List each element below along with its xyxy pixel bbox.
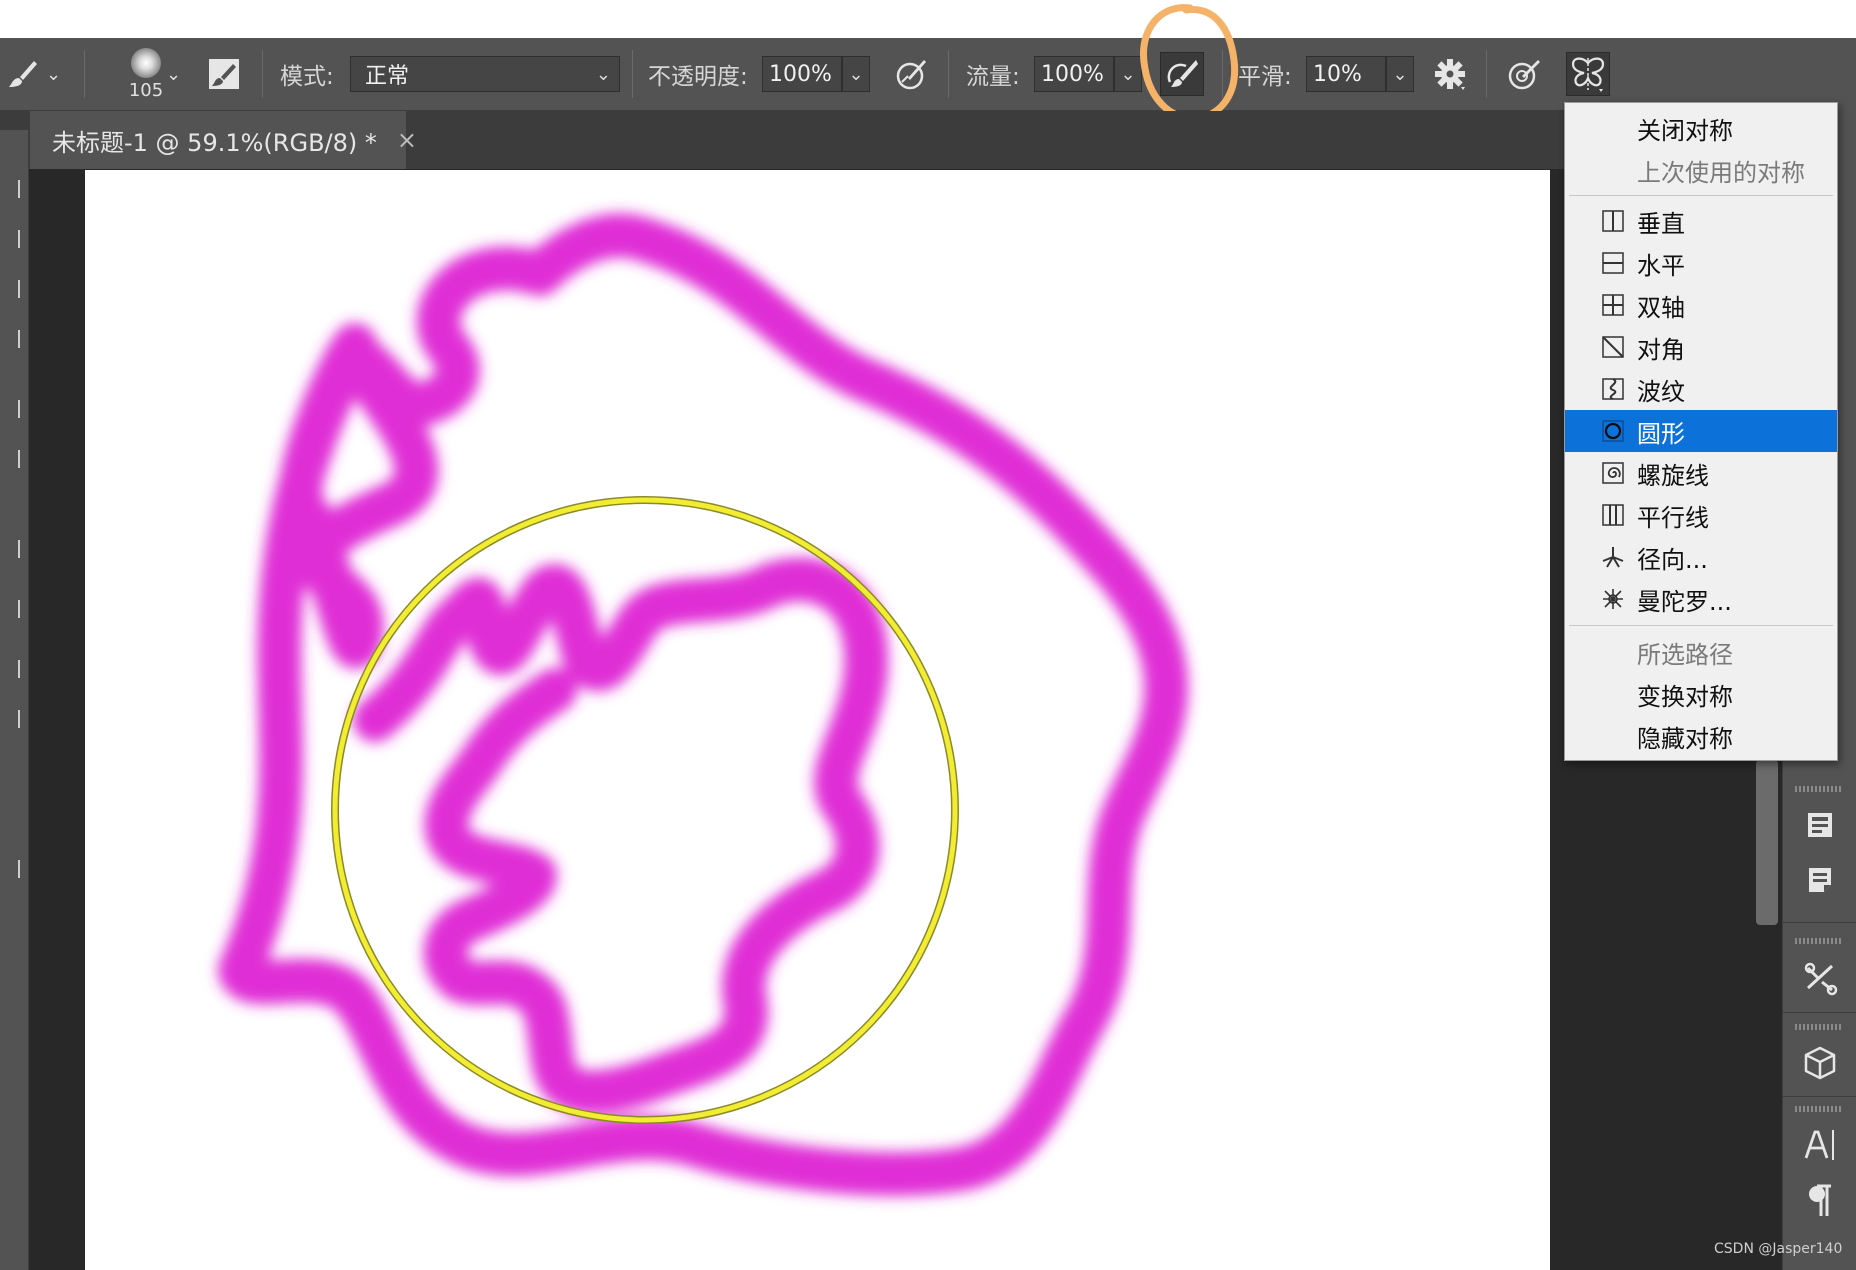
- size-pressure-icon: [1508, 60, 1540, 90]
- document-title: 未标题-1 @ 59.1%(RGB/8) *: [52, 128, 377, 157]
- menu-item-circle[interactable]: 圆形: [1565, 410, 1837, 452]
- watermark: CSDN @Jasper140: [1714, 1241, 1843, 1257]
- vertical-symmetry-icon: [1602, 210, 1624, 232]
- symmetry-menu: 关闭对称 上次使用的对称 垂直 水平 双轴 对角 波纹 圆形 螺旋线 平行线 径…: [1564, 102, 1838, 761]
- opacity-value: 100%: [769, 61, 832, 87]
- crop-tool-icon[interactable]: [0, 280, 20, 298]
- character-text-icon: [1804, 1130, 1834, 1160]
- size-pressure-button[interactable]: [1502, 52, 1546, 96]
- brush-size-value: 105: [128, 79, 164, 101]
- brush-stroke-inner: [353, 557, 889, 1115]
- menu-item-wavy[interactable]: 波纹: [1565, 368, 1837, 410]
- panel-grip[interactable]: [1795, 786, 1843, 792]
- parallel-lines-symmetry-icon: [1602, 504, 1624, 526]
- menu-item-dual-axis[interactable]: 双轴: [1565, 284, 1837, 326]
- notes-panel-icon: [1809, 868, 1831, 892]
- opacity-label: 不透明度:: [648, 64, 748, 90]
- horizontal-symmetry-icon: [1602, 252, 1624, 274]
- symmetry-options-button[interactable]: [1566, 52, 1610, 96]
- brush-settings-panel-button[interactable]: [202, 52, 246, 96]
- menu-item-vertical[interactable]: 垂直: [1565, 200, 1837, 242]
- smoothing-dropdown[interactable]: ⌄: [1386, 56, 1414, 92]
- panel-grip[interactable]: [1795, 938, 1843, 944]
- panel-grip[interactable]: [1795, 1024, 1843, 1030]
- tool-presets-panel-button[interactable]: [1786, 950, 1854, 1006]
- spiral-symmetry-icon: [1602, 462, 1624, 484]
- flow-input[interactable]: 100%: [1034, 56, 1114, 92]
- menu-item-turn-off-symmetry[interactable]: 关闭对称: [1565, 107, 1837, 149]
- pen-tool-icon[interactable]: [0, 710, 20, 728]
- document-canvas[interactable]: [85, 170, 1550, 1270]
- paragraph-panel-button[interactable]: [1786, 1172, 1854, 1228]
- eraser-tool-icon[interactable]: [0, 600, 20, 618]
- mode-value: 正常: [365, 64, 410, 89]
- brush-preset-icon: [131, 47, 161, 78]
- brush-tool-picker[interactable]: ⌄: [6, 38, 66, 110]
- shape-tool-icon[interactable]: [0, 860, 20, 878]
- healing-tool-icon[interactable]: [0, 400, 20, 418]
- properties-panel-button[interactable]: [1786, 797, 1854, 853]
- properties-panel-icon: [1808, 813, 1832, 837]
- left-toolbar: [0, 130, 29, 1270]
- smoothing-value: 10%: [1313, 61, 1362, 87]
- 3d-cube-icon: [1804, 1046, 1836, 1080]
- paragraph-icon: [1809, 1184, 1831, 1216]
- menu-item-spiral[interactable]: 螺旋线: [1565, 452, 1837, 494]
- menu-item-diagonal[interactable]: 对角: [1565, 326, 1837, 368]
- brush-settings-panel-icon: [209, 59, 239, 89]
- gradient-tool-icon[interactable]: [0, 660, 20, 678]
- canvas-drawing: [218, 213, 1189, 1196]
- stamp-tool-icon[interactable]: [0, 540, 20, 558]
- menu-item-parallel-lines[interactable]: 平行线: [1565, 494, 1837, 536]
- tool-presets-icon: [1804, 962, 1838, 996]
- settings-gear-icon: [1435, 59, 1465, 90]
- vertical-scrollbar-thumb[interactable]: [1756, 760, 1778, 925]
- close-icon[interactable]: ×: [397, 126, 417, 154]
- diagonal-symmetry-icon: [1602, 336, 1624, 358]
- eyedropper-tool-icon[interactable]: [0, 330, 20, 348]
- wavy-symmetry-icon: [1602, 378, 1624, 400]
- opacity-pressure-button[interactable]: [890, 52, 934, 96]
- smoothing-input[interactable]: 10%: [1306, 56, 1386, 92]
- window-top-strip: [0, 0, 1856, 38]
- opacity-input[interactable]: 100%: [762, 56, 842, 92]
- mode-label: 模式:: [280, 64, 334, 90]
- brush-tool-icon[interactable]: [0, 450, 20, 468]
- chevron-down-icon: ⌄: [595, 63, 611, 85]
- smoothing-label: 平滑:: [1238, 64, 1292, 90]
- opacity-pressure-icon: [896, 60, 926, 90]
- dual-axis-symmetry-icon: [1602, 294, 1624, 316]
- smoothing-options-button[interactable]: [1428, 52, 1472, 96]
- circle-symmetry-icon: [1602, 420, 1624, 442]
- menu-item-transform-symmetry[interactable]: 变换对称: [1565, 673, 1837, 715]
- brush-tool-icon: [9, 61, 37, 87]
- character-panel-button[interactable]: [1786, 1116, 1854, 1172]
- flow-label: 流量:: [966, 64, 1020, 90]
- symmetry-butterfly-icon: [1571, 57, 1605, 92]
- radial-symmetry-icon: [1602, 547, 1624, 568]
- menu-item-hide-symmetry[interactable]: 隐藏对称: [1565, 715, 1837, 757]
- menu-item-horizontal[interactable]: 水平: [1565, 242, 1837, 284]
- document-tab[interactable]: 未标题-1 @ 59.1%(RGB/8) * ×: [30, 111, 417, 169]
- options-bar: ⌄ 105 ⌄ 模式: 正常 ⌄ 不透明度: 100% ⌄ 流量: 100% ⌄…: [0, 38, 1856, 111]
- menu-item-selected-path: 所选路径: [1637, 640, 1733, 669]
- menu-item-mandala[interactable]: 曼陀罗...: [1565, 578, 1837, 620]
- menu-item-last-used-symmetry: 上次使用的对称: [1637, 158, 1805, 187]
- panel-grip[interactable]: [1795, 1106, 1843, 1112]
- marquee-tool-icon[interactable]: [0, 180, 20, 198]
- mode-select[interactable]: 正常 ⌄: [350, 56, 620, 92]
- opacity-dropdown[interactable]: ⌄: [842, 56, 870, 92]
- notes-panel-button[interactable]: [1786, 852, 1854, 908]
- lasso-tool-icon[interactable]: [0, 230, 20, 248]
- flow-value: 100%: [1041, 61, 1104, 87]
- menu-item-radial[interactable]: 径向...: [1565, 536, 1837, 578]
- 3d-panel-button[interactable]: [1786, 1035, 1854, 1091]
- mandala-symmetry-icon: [1603, 589, 1623, 609]
- brush-preset-dropdown[interactable]: ⌄: [166, 38, 186, 110]
